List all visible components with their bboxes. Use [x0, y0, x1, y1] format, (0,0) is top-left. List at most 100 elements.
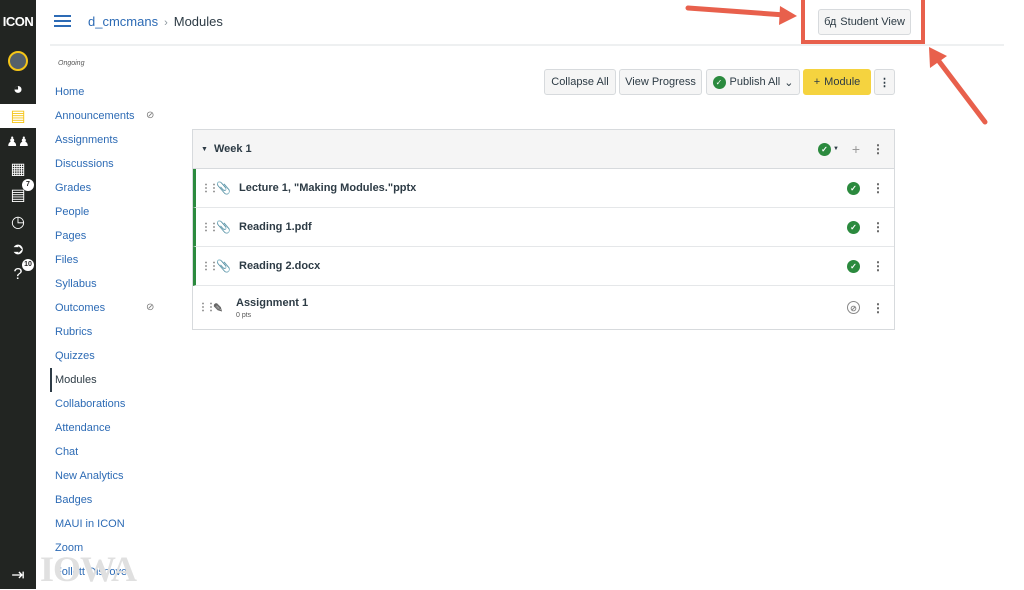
groups-icon[interactable]: ♟♟ [0, 130, 36, 154]
item-title[interactable]: Reading 1.pdf [239, 221, 312, 233]
attachment-icon: 📎 [216, 181, 231, 195]
module-item[interactable]: ⋮⋮ 📎 Reading 2.docx ✓ ⋮ [193, 247, 894, 286]
nav-item-label: Quizzes [55, 350, 95, 362]
nav-item-label: Chat [55, 446, 79, 458]
help-icon[interactable]: ? 10 [0, 259, 36, 287]
publish-all-label: Publish All [729, 76, 781, 88]
module-week-1: ▼ Week 1 ✓ ▼ + ⋮ ⋮⋮ 📎 Lecture 1, "Making M… [192, 129, 895, 330]
item-kebab-icon[interactable]: ⋮ [872, 301, 884, 315]
module-kebab-icon[interactable]: ⋮ [872, 142, 884, 156]
collapse-icon[interactable]: ⇥ [0, 563, 36, 587]
hidden-eye-icon: ⊘ [146, 302, 155, 313]
history-icon[interactable]: ◷ [0, 210, 36, 234]
nav-item-people[interactable]: People [50, 200, 180, 224]
student-view-button[interactable]: бд Student View [818, 9, 911, 35]
add-module-label: Module [824, 76, 861, 88]
breadcrumb-page: Modules [173, 14, 223, 29]
item-kebab-icon[interactable]: ⋮ [872, 259, 884, 273]
plus-icon: + [813, 76, 821, 88]
nav-item-announcements[interactable]: Announcements ⊘ [50, 104, 180, 128]
nav-item-quizzes[interactable]: Quizzes [50, 344, 180, 368]
nav-item-discussions[interactable]: Discussions [50, 152, 180, 176]
nav-item-label: Grades [55, 182, 92, 194]
nav-item-label: Syllabus [55, 278, 97, 290]
item-title[interactable]: Lecture 1, "Making Modules."pptx [239, 182, 416, 194]
drag-handle-icon[interactable]: ⋮⋮ [201, 183, 219, 194]
add-module-button[interactable]: + Module [803, 69, 871, 95]
drag-handle-icon[interactable]: ⋮⋮ [198, 302, 216, 313]
global-nav-rail: ICON ◕ ▤ ♟♟ ▦ ▤ 7 ◷ ➲ ? 10 ⇥ [0, 0, 36, 589]
module-header[interactable]: ▼ Week 1 ✓ ▼ + ⋮ [193, 130, 894, 169]
annotation-arrow [935, 57, 988, 125]
unpublished-icon[interactable]: ⊘ [847, 301, 860, 314]
item-points: 0 pts [236, 311, 252, 319]
item-kebab-icon[interactable]: ⋮ [872, 181, 884, 195]
nav-item-attendance[interactable]: Attendance [50, 416, 180, 440]
attachment-icon: 📎 [216, 220, 231, 234]
nav-item-label: MAUI in ICON [55, 518, 125, 530]
dashboard-icon[interactable]: ◕ [0, 78, 36, 102]
nav-item-label: Pages [55, 230, 87, 242]
nav-item-new-analytics[interactable]: New Analytics [50, 464, 180, 488]
calendar-icon[interactable]: ▦ [0, 157, 36, 181]
published-check-icon[interactable]: ✓ [847, 220, 860, 234]
module-item[interactable]: ⋮⋮ 📎 Lecture 1, "Making Modules."pptx ✓ ⋮ [193, 169, 894, 208]
hamburger-menu-icon[interactable] [54, 15, 71, 27]
header-divider [50, 44, 1004, 46]
caret-down-icon[interactable]: ▼ [201, 146, 208, 153]
item-title[interactable]: Reading 2.docx [239, 260, 320, 272]
module-item[interactable]: ⋮⋮ ✎ Assignment 1 0 pts ⊘ ⋮ [193, 286, 894, 329]
nav-item-files[interactable]: Files [50, 248, 180, 272]
nav-item-badges[interactable]: Badges [50, 488, 180, 512]
caret-down-icon[interactable]: ▼ [833, 146, 839, 152]
course-nav: Ongoing Home Announcements ⊘ Assignments Dis… [50, 60, 180, 584]
nav-item-pages[interactable]: Pages [50, 224, 180, 248]
nav-item-maui-in-icon[interactable]: MAUI in ICON [50, 512, 180, 536]
nav-item-rubrics[interactable]: Rubrics [50, 320, 180, 344]
commons-icon[interactable]: ➲ [0, 237, 36, 261]
drag-handle-icon[interactable]: ⋮⋮ [201, 261, 219, 272]
view-progress-button[interactable]: View Progress [619, 69, 702, 95]
nav-item-label: Files [55, 254, 79, 266]
drag-handle-icon[interactable]: ⋮⋮ [201, 222, 219, 233]
nav-item-modules[interactable]: Modules [50, 368, 180, 392]
nav-item-home[interactable]: Home [50, 80, 180, 104]
published-check-icon: ✓ [712, 75, 726, 89]
nav-item-chat[interactable]: Chat [50, 440, 180, 464]
nav-item-grades[interactable]: Grades [50, 176, 180, 200]
glasses-icon: бд [824, 16, 837, 28]
nav-item-syllabus[interactable]: Syllabus [50, 272, 180, 296]
help-badge: 10 [22, 259, 34, 271]
nav-item-collaborations[interactable]: Collaborations [50, 392, 180, 416]
published-check-icon[interactable]: ✓ [847, 181, 860, 195]
nav-item-assignments[interactable]: Assignments [50, 128, 180, 152]
module-published-icon[interactable]: ✓ [818, 142, 831, 156]
nav-item-label: Home [55, 86, 85, 98]
module-item[interactable]: ⋮⋮ 📎 Reading 1.pdf ✓ ⋮ [193, 208, 894, 247]
icon-logo[interactable]: ICON [0, 14, 36, 29]
nav-item-label: Discussions [55, 158, 114, 170]
add-item-icon[interactable]: + [852, 141, 860, 157]
nav-item-label: Assignments [55, 134, 118, 146]
collapse-all-button[interactable]: Collapse All [544, 69, 616, 95]
nav-item-label: Outcomes [55, 302, 106, 314]
arrowhead [929, 47, 947, 68]
nav-item-label: Badges [55, 494, 93, 506]
account-button[interactable] [0, 49, 36, 73]
breadcrumb-course[interactable]: d_cmcmans [88, 14, 158, 29]
student-view-label: Student View [840, 16, 905, 28]
module-title: Week 1 [213, 143, 252, 155]
item-title[interactable]: Assignment 1 [236, 297, 308, 309]
nav-item-label: People [55, 206, 90, 218]
courses-icon[interactable]: ▤ [0, 104, 36, 128]
item-kebab-icon[interactable]: ⋮ [872, 220, 884, 234]
nav-item-outcomes[interactable]: Outcomes ⊘ [50, 296, 180, 320]
nav-item-label: Announcements [55, 110, 135, 122]
inbox-icon[interactable]: ▤ 7 [0, 179, 36, 207]
publish-all-button[interactable]: ✓ Publish All ⌄ [706, 69, 800, 95]
published-check-icon[interactable]: ✓ [847, 259, 860, 273]
more-options-button[interactable]: ⋮ [874, 69, 895, 95]
nav-item-label: Rubrics [55, 326, 93, 338]
nav-item-label: Attendance [55, 422, 111, 434]
nav-item-label: Collaborations [55, 398, 126, 410]
